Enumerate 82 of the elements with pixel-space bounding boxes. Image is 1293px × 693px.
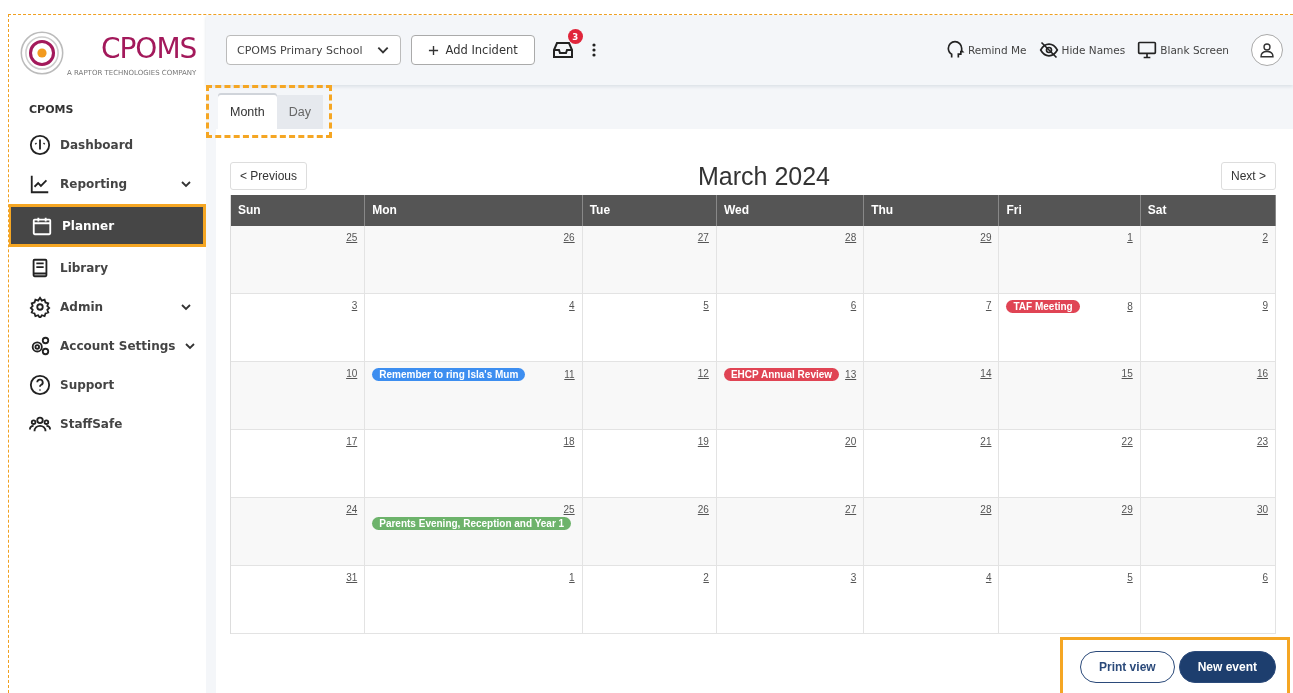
day-number[interactable]: 9: [1262, 300, 1268, 311]
view-tab[interactable]: Month: [218, 95, 277, 129]
notification-badge: 3: [567, 29, 583, 44]
day-number[interactable]: 28: [845, 232, 857, 243]
sidebar-heading: CPOMS: [29, 103, 75, 116]
eye-slash-icon: [1038, 40, 1059, 60]
day-number[interactable]: 15: [1121, 368, 1133, 379]
previous-button[interactable]: < Previous: [230, 162, 308, 190]
weekday-header: Fri: [999, 195, 1141, 226]
weekday-header: Sun: [231, 195, 366, 226]
sidebar-item[interactable]: Reporting: [9, 165, 206, 202]
school-dropdown[interactable]: CPOMS Primary School: [226, 35, 402, 65]
day-number[interactable]: 27: [697, 232, 709, 243]
month-title: March 2024: [698, 161, 830, 191]
day-number[interactable]: 7: [985, 300, 992, 311]
add-incident-button[interactable]: Add Incident: [411, 35, 535, 65]
sidebar-item[interactable]: Support: [9, 366, 206, 403]
gear-icon: [29, 295, 51, 318]
day-number[interactable]: 24: [346, 504, 358, 515]
day-number[interactable]: 4: [985, 572, 992, 583]
day-number[interactable]: 25: [563, 504, 575, 515]
day-number[interactable]: 2: [703, 572, 709, 583]
day-number[interactable]: 2: [1262, 232, 1268, 243]
action-button[interactable]: Print view: [1079, 651, 1175, 683]
sidebar-item[interactable]: Planner: [9, 204, 206, 247]
toolbar-button[interactable]: Remind Me: [944, 40, 1027, 60]
toolbar-button[interactable]: Hide Names: [1038, 40, 1126, 60]
weekday-header: Sat: [1140, 195, 1276, 226]
day-number[interactable]: 13: [845, 369, 857, 380]
help-icon: [29, 373, 51, 396]
weekday-header: Tue: [582, 195, 717, 226]
sidebar-item[interactable]: Admin: [9, 288, 206, 325]
day-number[interactable]: 26: [563, 232, 575, 243]
day-number[interactable]: 4: [569, 300, 575, 311]
action-button[interactable]: New event: [1178, 651, 1276, 683]
day-number[interactable]: 17: [346, 436, 358, 447]
toolbar-button[interactable]: Blank Screen: [1137, 40, 1229, 60]
sidebar-item[interactable]: Account Settings: [9, 327, 206, 364]
day-number[interactable]: 5: [1127, 572, 1133, 583]
day-number[interactable]: 18: [563, 436, 575, 447]
day-number[interactable]: 19: [697, 436, 709, 447]
more-options-icon[interactable]: [590, 42, 597, 58]
weekday-header: Thu: [864, 195, 1000, 226]
monitor-icon: [1137, 40, 1158, 60]
event-pill[interactable]: EHCP Annual Review: [723, 368, 840, 381]
day-number[interactable]: 28: [980, 504, 992, 515]
day-number[interactable]: 10: [346, 368, 358, 379]
day-number[interactable]: 26: [697, 504, 709, 515]
day-number[interactable]: 20: [845, 436, 857, 447]
weekday-header: Wed: [716, 195, 865, 226]
day-number[interactable]: 31: [346, 572, 358, 583]
user-avatar-icon[interactable]: [1251, 34, 1283, 66]
day-number[interactable]: 30: [1256, 504, 1268, 515]
day-number[interactable]: 21: [980, 436, 992, 447]
day-number[interactable]: 23: [1256, 436, 1268, 447]
event-pill[interactable]: TAF Meeting: [1006, 300, 1080, 313]
day-number[interactable]: 6: [1262, 572, 1268, 583]
day-number[interactable]: 27: [845, 504, 857, 515]
day-number[interactable]: 22: [1121, 436, 1133, 447]
next-button[interactable]: Next >: [1220, 162, 1276, 190]
day-number[interactable]: 25: [346, 232, 358, 243]
day-number[interactable]: 3: [850, 572, 857, 583]
day-number[interactable]: 12: [697, 368, 709, 379]
day-number[interactable]: 3: [351, 300, 358, 311]
day-number[interactable]: 16: [1256, 368, 1268, 379]
plus-icon: [428, 44, 440, 56]
day-number[interactable]: 6: [850, 300, 857, 311]
day-number[interactable]: 5: [703, 300, 709, 311]
sidebar-item[interactable]: StaffSafe: [9, 405, 206, 442]
view-tab[interactable]: Day: [276, 95, 323, 129]
sidebar-item[interactable]: Library: [9, 249, 206, 286]
sidebar-item[interactable]: Dashboard: [9, 126, 206, 163]
day-number[interactable]: 14: [980, 368, 992, 379]
dashboard-icon: [29, 133, 51, 156]
day-number[interactable]: 8: [1127, 301, 1133, 312]
day-number[interactable]: 29: [980, 232, 992, 243]
day-number[interactable]: 1: [1127, 232, 1133, 243]
gears-icon: [29, 334, 51, 357]
day-number[interactable]: 1: [569, 572, 575, 583]
weekday-header: Mon: [365, 195, 583, 226]
day-number[interactable]: 29: [1121, 504, 1133, 515]
day-number[interactable]: 11: [564, 369, 575, 380]
